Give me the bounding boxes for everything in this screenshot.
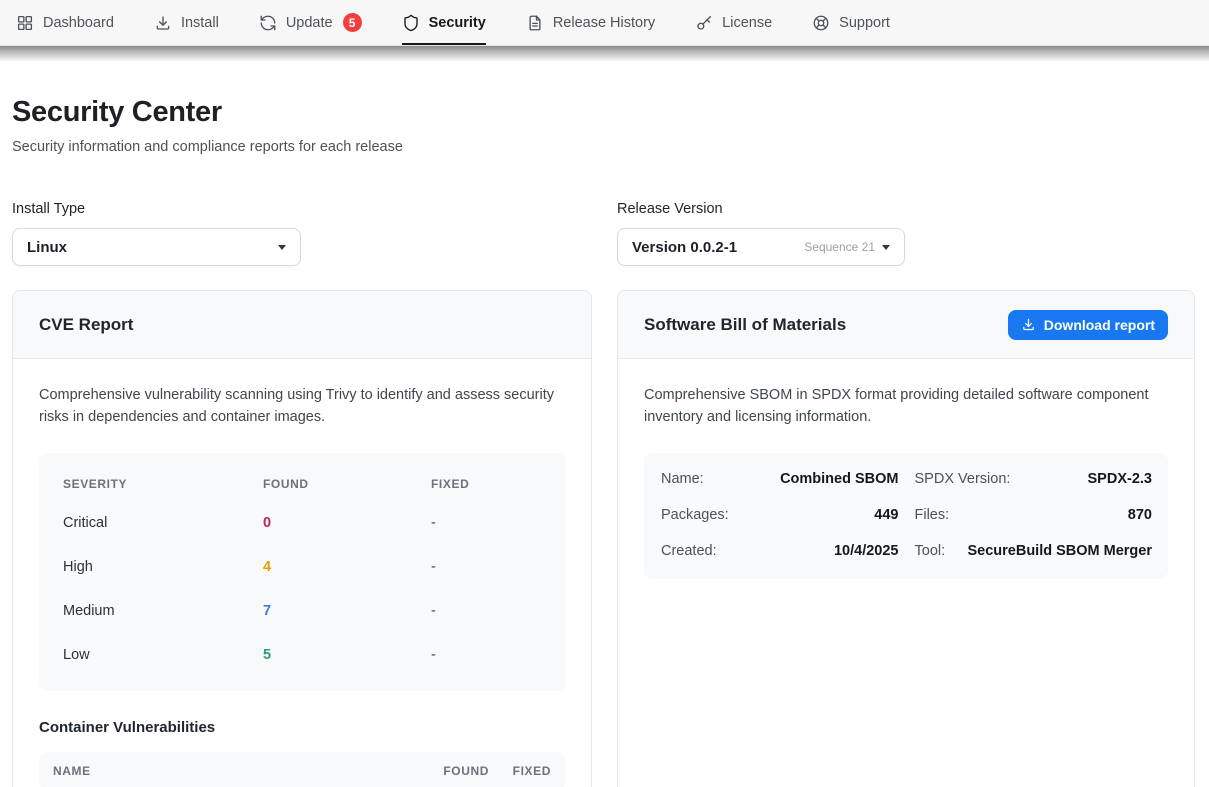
sbom-detail-packages: Packages: 449 [661, 497, 899, 533]
download-icon [1021, 317, 1036, 332]
nav-label-update: Update [286, 15, 333, 31]
severity-name: Low [63, 647, 263, 663]
release-version-label: Release Version [617, 201, 1195, 217]
found-count: 7 [263, 603, 431, 619]
release-version-select[interactable]: Version 0.0.2-1 Sequence 21 [617, 228, 905, 266]
cards-row: CVE Report Comprehensive vulnerability s… [12, 290, 1197, 787]
cve-card-header: CVE Report [13, 291, 591, 359]
sbom-detail-spdx-version: SPDX Version: SPDX-2.3 [915, 461, 1153, 497]
severity-col-header: SEVERITY [63, 477, 263, 491]
download-report-button[interactable]: Download report [1008, 310, 1168, 340]
fixed-count: - [431, 603, 541, 619]
detail-label: SPDX Version: [915, 471, 1011, 487]
found-col-header: FOUND [417, 764, 489, 778]
nav-scroll-shadow [0, 46, 1209, 62]
chevron-down-icon [278, 245, 286, 250]
main-content: Security Center Security information and… [0, 96, 1209, 787]
release-version-value: Version 0.0.2-1 [632, 239, 737, 256]
fixed-count: - [431, 559, 541, 575]
detail-value: SPDX-2.3 [1088, 471, 1152, 487]
nav-item-release-history[interactable]: Release History [526, 0, 655, 45]
nav-label-support: Support [839, 15, 890, 31]
filters-row: Install Type Linux Release Version Versi… [12, 201, 1197, 266]
detail-value: Combined SBOM [780, 471, 898, 487]
container-vulnerabilities-title: Container Vulnerabilities [39, 719, 565, 736]
fixed-col-header: FIXED [489, 764, 551, 778]
cve-card-title: CVE Report [39, 315, 133, 335]
install-type-select[interactable]: Linux [12, 228, 301, 266]
nav-label-release-history: Release History [553, 15, 655, 31]
detail-value: 449 [874, 507, 898, 523]
sbom-details-box: Name: Combined SBOM SPDX Version: SPDX-2… [644, 453, 1168, 579]
fixed-col-header: FIXED [431, 477, 541, 491]
fixed-count: - [431, 647, 541, 663]
detail-label: Files: [915, 507, 950, 523]
sbom-detail-tool: Tool: SecureBuild SBOM Merger [915, 533, 1153, 569]
detail-value: SecureBuild SBOM Merger [967, 543, 1152, 559]
page-title: Security Center [12, 96, 1197, 129]
release-sequence-label: Sequence 21 [804, 240, 875, 254]
detail-label: Tool: [915, 543, 946, 559]
table-row-low: Low 5 - [39, 633, 565, 677]
nav-item-security[interactable]: Security [402, 0, 486, 45]
detail-label: Packages: [661, 507, 729, 523]
nav-item-license[interactable]: License [695, 0, 772, 45]
cve-description: Comprehensive vulnerability scanning usi… [39, 385, 563, 429]
severity-name: Medium [63, 603, 263, 619]
table-row-critical: Critical 0 - [39, 501, 565, 545]
nav-item-install[interactable]: Install [154, 0, 219, 45]
found-col-header: FOUND [263, 477, 431, 491]
table-row-medium: Medium 7 - [39, 589, 565, 633]
detail-value: 870 [1128, 507, 1152, 523]
nav-item-update[interactable]: Update 5 [259, 0, 362, 45]
nav-label-dashboard: Dashboard [43, 15, 114, 31]
nav-item-support[interactable]: Support [812, 0, 890, 45]
nav-label-security: Security [429, 15, 486, 31]
nav-label-license: License [722, 15, 772, 31]
sbom-detail-files: Files: 870 [915, 497, 1153, 533]
sbom-card: Software Bill of Materials Download repo… [617, 290, 1195, 787]
download-icon [154, 14, 172, 32]
sbom-description: Comprehensive SBOM in SPDX format provid… [644, 385, 1168, 429]
sbom-card-title: Software Bill of Materials [644, 315, 846, 335]
sbom-detail-created: Created: 10/4/2025 [661, 533, 899, 569]
found-count: 5 [263, 647, 431, 663]
life-buoy-icon [812, 14, 830, 32]
detail-value: 10/4/2025 [834, 543, 899, 559]
name-col-header: NAME [53, 764, 417, 778]
sbom-card-header: Software Bill of Materials Download repo… [618, 291, 1194, 359]
page-subtitle: Security information and compliance repo… [12, 139, 1197, 155]
container-table-header: NAME FOUND FIXED [39, 752, 565, 787]
top-navigation: Dashboard Install Update 5 Security Rele… [0, 0, 1209, 46]
shield-icon [402, 14, 420, 32]
detail-label: Name: [661, 471, 704, 487]
detail-label: Created: [661, 543, 717, 559]
install-type-value: Linux [27, 239, 67, 256]
found-count: 4 [263, 559, 431, 575]
download-report-label: Download report [1044, 317, 1155, 333]
table-row-high: High 4 - [39, 545, 565, 589]
found-count: 0 [263, 515, 431, 531]
cve-report-card: CVE Report Comprehensive vulnerability s… [12, 290, 592, 787]
fixed-count: - [431, 515, 541, 531]
nav-item-dashboard[interactable]: Dashboard [16, 0, 114, 45]
chevron-down-icon [882, 245, 890, 250]
dashboard-grid-icon [16, 14, 34, 32]
severity-table: SEVERITY FOUND FIXED Critical 0 - High 4… [39, 453, 565, 691]
update-count-badge: 5 [343, 13, 362, 32]
nav-label-install: Install [181, 15, 219, 31]
sbom-detail-name: Name: Combined SBOM [661, 461, 899, 497]
severity-name: Critical [63, 515, 263, 531]
key-icon [695, 14, 713, 32]
severity-table-header: SEVERITY FOUND FIXED [39, 467, 565, 501]
install-type-label: Install Type [12, 201, 592, 217]
severity-name: High [63, 559, 263, 575]
refresh-icon [259, 14, 277, 32]
document-icon [526, 14, 544, 32]
